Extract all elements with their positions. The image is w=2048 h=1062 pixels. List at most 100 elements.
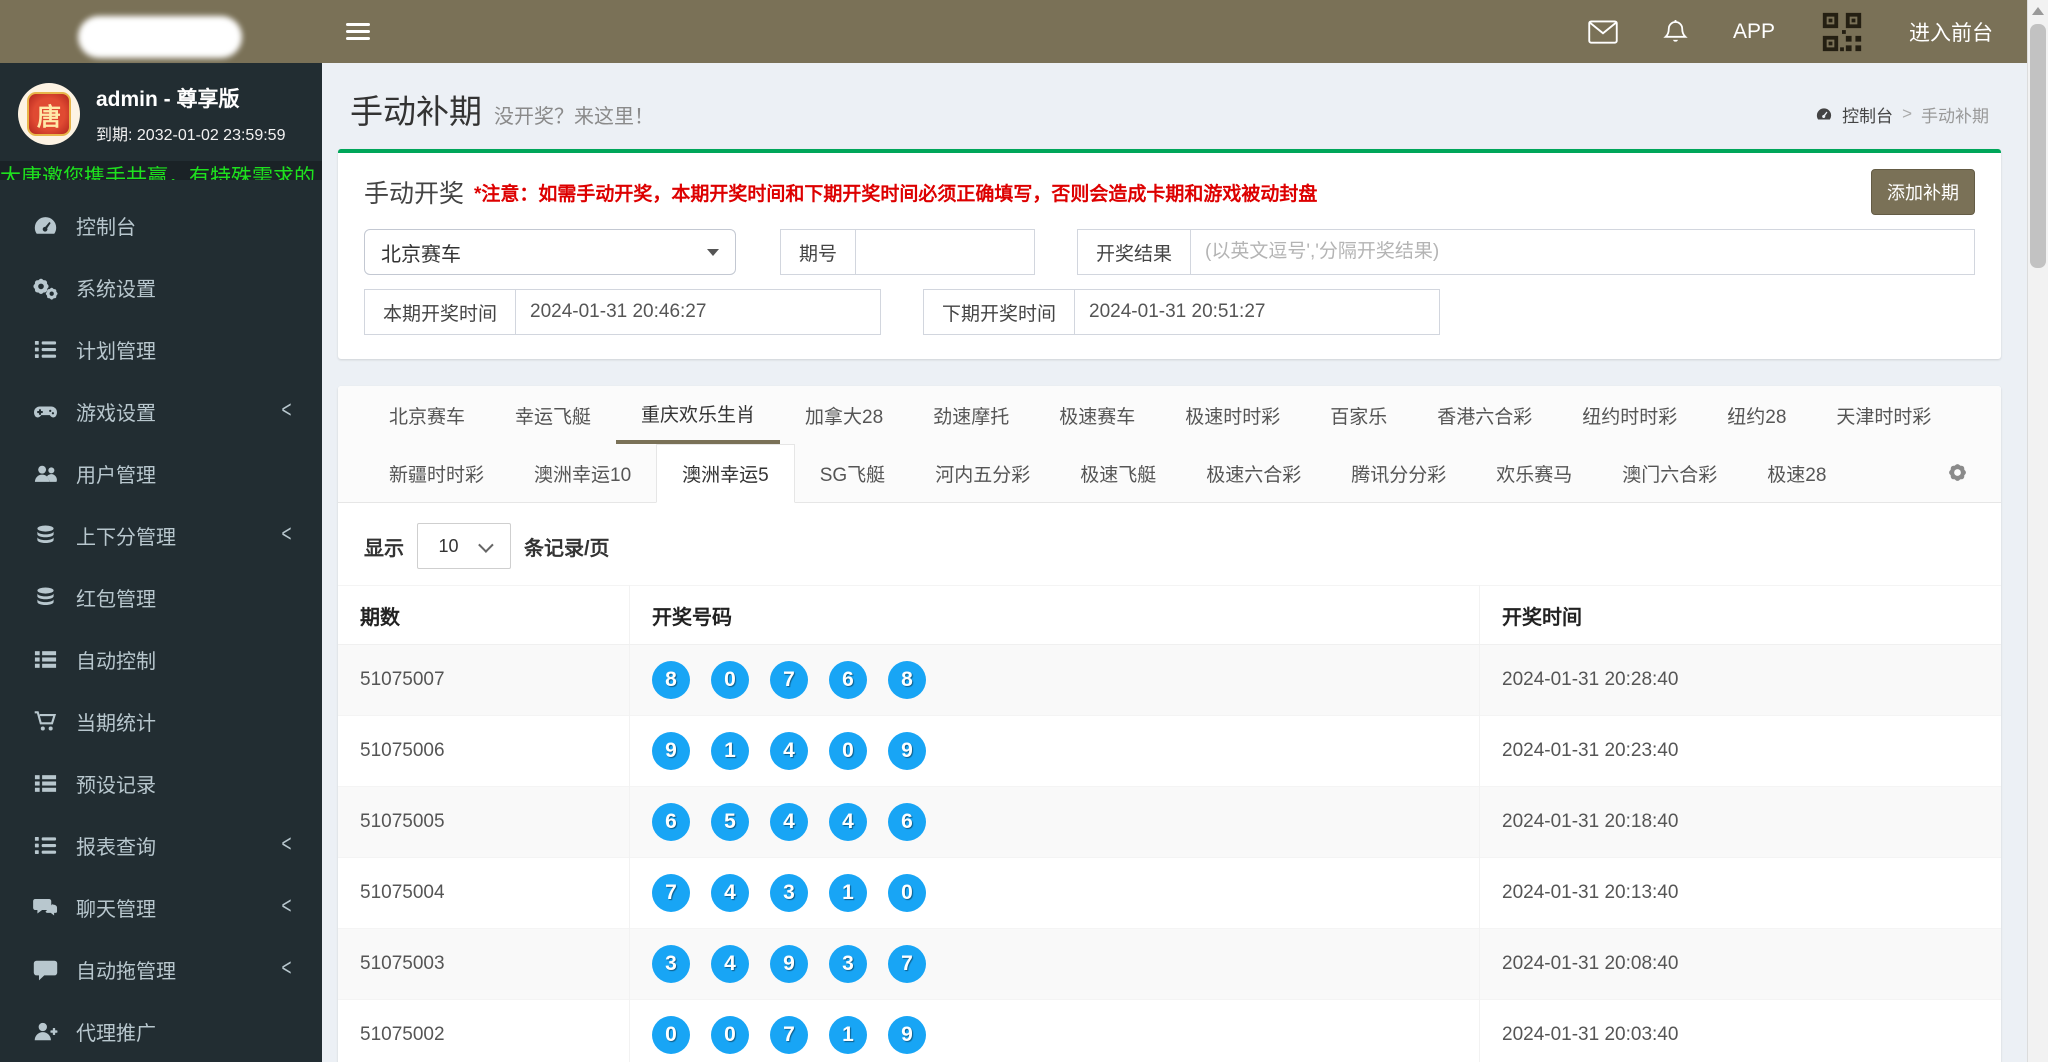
game-tab[interactable]: 河内五分彩	[910, 444, 1055, 502]
game-tab[interactable]: 百家乐	[1305, 386, 1412, 444]
numbers-cell: 91409	[629, 715, 1480, 787]
game-tab[interactable]: 澳洲幸运5	[656, 444, 795, 503]
enter-front-link[interactable]: 进入前台	[1909, 17, 1993, 47]
messages-icon[interactable]	[1588, 19, 1618, 44]
main-content: 手动补期 没开奖？来这里！ 控制台 > 手动补期 手动开奖 *注意：如需手动开奖…	[322, 63, 2027, 1062]
game-tab[interactable]: 香港六合彩	[1412, 386, 1557, 444]
game-tab[interactable]: 极速赛车	[1034, 386, 1160, 444]
sidebar-item-chat-management[interactable]: 聊天管理 <	[0, 876, 322, 938]
sidebar-toggle-button[interactable]	[346, 22, 370, 41]
chevron-left-icon: <	[281, 955, 292, 982]
add-makeup-button[interactable]: 添加补期	[1871, 169, 1975, 215]
records-panel: 北京赛车 幸运飞艇 重庆欢乐生肖 加拿大28 劲速摩托 极速赛车 极速时时彩 百家乐 香港六合彩…	[338, 386, 2001, 1062]
sidebar-item-current-stats[interactable]: 当期统计	[0, 690, 322, 752]
sidebar-item-system-settings[interactable]: 系统设置	[0, 256, 322, 318]
result-input[interactable]	[1191, 230, 1974, 274]
breadcrumb-home[interactable]: 控制台	[1842, 102, 1893, 127]
scroll-up-button[interactable]	[2028, 0, 2048, 22]
game-tab[interactable]: 幸运飞艇	[490, 386, 616, 444]
comments-icon	[32, 894, 59, 921]
notifications-icon[interactable]	[1662, 18, 1689, 46]
game-tab[interactable]: 澳门六合彩	[1597, 444, 1742, 502]
game-tab[interactable]: 北京赛车	[364, 386, 490, 444]
sidebar-item-auto-bot-management[interactable]: 自动拖管理 <	[0, 938, 322, 1000]
sidebar-item-report-query[interactable]: 报表查询 <	[0, 814, 322, 876]
issue-cell: 51075006	[338, 715, 630, 787]
vertical-scrollbar[interactable]	[2027, 0, 2048, 1062]
sidebar-item-label: 报表查询	[76, 836, 156, 859]
gamepad-icon	[32, 398, 59, 425]
game-tab[interactable]: 重庆欢乐生肖	[616, 386, 781, 444]
number-ball: 0	[829, 732, 867, 770]
current-draw-time-input[interactable]	[516, 290, 881, 334]
user-panel: 唐 admin - 尊享版 到期: 2032-01-02 23:59:59	[0, 63, 322, 161]
next-draw-time-input[interactable]	[1075, 290, 1440, 334]
game-tab[interactable]: 纽约28	[1702, 386, 1811, 444]
number-ball: 8	[888, 661, 926, 699]
page-size-row: 显示 10 条记录/页	[338, 503, 2001, 585]
sidebar-item-label: 当期统计	[76, 712, 156, 735]
column-header: 开奖号码	[629, 585, 1480, 645]
game-tab[interactable]: 极速28	[1742, 444, 1851, 502]
sidebar-item-plan-management[interactable]: 计划管理	[0, 318, 322, 380]
game-tab[interactable]: 极速时时彩	[1160, 386, 1305, 444]
game-tab[interactable]: 极速六合彩	[1181, 444, 1326, 502]
sidebar-item-game-settings[interactable]: 游戏设置 <	[0, 380, 322, 442]
sidebar-item-credit-management[interactable]: 上下分管理 <	[0, 504, 322, 566]
game-tabs: 北京赛车 幸运飞艇 重庆欢乐生肖 加拿大28 劲速摩托 极速赛车 极速时时彩 百家乐 香港六合彩…	[338, 386, 2001, 503]
game-tab[interactable]: 天津时时彩	[1811, 386, 1956, 444]
game-tab[interactable]: 加拿大28	[780, 386, 908, 444]
game-tab[interactable]: 纽约时时彩	[1557, 386, 1702, 444]
sidebar-item-label: 系统设置	[76, 278, 156, 301]
tab-settings-gear-icon[interactable]	[1944, 459, 1971, 486]
qr-code-icon[interactable]	[1819, 9, 1865, 55]
sidebar-item-agent-promotion[interactable]: 代理推广	[0, 1000, 322, 1062]
table-header-row: 期数 开奖号码 开奖时间	[338, 585, 2001, 645]
comment-dots-icon	[32, 956, 59, 983]
page-title: 手动补期 没开奖？来这里！	[350, 93, 654, 130]
sidebar-item-auto-control[interactable]: 自动控制	[0, 628, 322, 690]
chevron-left-icon: <	[281, 831, 292, 858]
number-ball: 1	[829, 874, 867, 912]
time-cell: 2024-01-31 20:23:40	[1502, 740, 1679, 761]
scrollbar-thumb[interactable]	[2030, 24, 2046, 268]
game-tab[interactable]: 新疆时时彩	[364, 444, 509, 502]
issue-input[interactable]	[856, 230, 1035, 274]
list-icon	[32, 770, 59, 797]
game-select[interactable]: 北京赛车	[364, 229, 736, 275]
page-size-value: 10	[438, 535, 459, 556]
number-ball: 0	[652, 1016, 690, 1054]
number-ball: 7	[770, 1016, 808, 1054]
result-label: 开奖结果	[1078, 230, 1192, 274]
number-ball: 9	[888, 1016, 926, 1054]
numbers-cell: 74310	[629, 857, 1480, 929]
page-size-select[interactable]: 10	[417, 523, 511, 569]
number-ball: 4	[829, 803, 867, 841]
logo-blurred	[78, 16, 242, 58]
number-ball: 4	[770, 803, 808, 841]
number-ball: 5	[711, 803, 749, 841]
warning-text: *注意：如需手动开奖，本期开奖时间和下期开奖时间必须正确填写，否则会造成卡期和游…	[474, 183, 1318, 205]
number-ball: 8	[652, 661, 690, 699]
game-tab[interactable]: SG飞艇	[795, 444, 910, 502]
dashboard-icon	[32, 212, 59, 239]
game-tab[interactable]: 澳洲幸运10	[509, 444, 656, 502]
tab-row-2: 新疆时时彩 澳洲幸运10 澳洲幸运5 SG飞艇 河内五分彩 极速飞艇 极速六合彩 腾讯分分彩欢…	[364, 444, 1975, 503]
user-name: admin - 尊享版	[96, 88, 240, 111]
game-tab[interactable]: 欢乐赛马	[1471, 444, 1597, 502]
caret-down-icon	[707, 248, 719, 256]
announcement-text: 大唐邀您携手共赢，有特殊需求的	[0, 166, 315, 180]
app-link[interactable]: APP	[1733, 20, 1775, 44]
number-ball: 1	[829, 1016, 867, 1054]
sidebar-item-user-management[interactable]: 用户管理	[0, 442, 322, 504]
number-ball: 3	[770, 874, 808, 912]
current-draw-time-label: 本期开奖时间	[365, 290, 517, 334]
game-tab[interactable]: 腾讯分分彩	[1326, 444, 1471, 502]
sidebar-item-redpacket-management[interactable]: 红包管理	[0, 566, 322, 628]
chevron-left-icon: <	[281, 521, 292, 548]
game-tab[interactable]: 劲速摩托	[908, 386, 1034, 444]
number-ball: 1	[711, 732, 749, 770]
sidebar-item-dashboard[interactable]: 控制台	[0, 194, 322, 256]
sidebar-item-preset-records[interactable]: 预设记录	[0, 752, 322, 814]
game-tab[interactable]: 极速飞艇	[1055, 444, 1181, 502]
